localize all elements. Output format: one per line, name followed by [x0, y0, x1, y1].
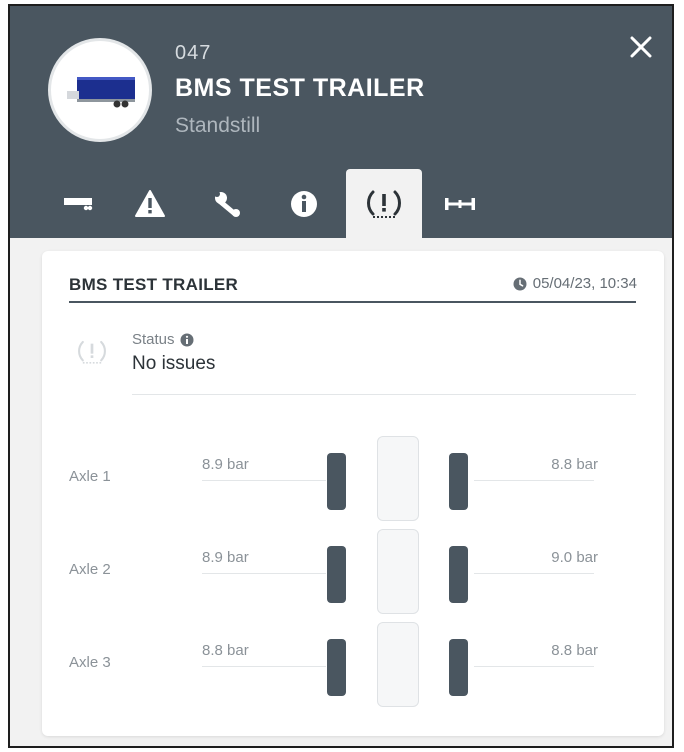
right-tyre — [449, 546, 468, 603]
panel-header: 047 BMS TEST TRAILER Standstill — [10, 6, 672, 238]
trailer-thumbnail-icon — [67, 77, 135, 108]
right-tyre — [449, 453, 468, 510]
left-tyre — [327, 453, 346, 510]
leader-line — [202, 666, 326, 667]
vehicle-avatar — [48, 38, 152, 142]
leader-line — [202, 480, 326, 481]
left-tyre — [327, 639, 346, 696]
leader-line — [474, 480, 594, 481]
axle-chassis — [377, 436, 419, 521]
vehicle-name: BMS TEST TRAILER — [175, 74, 425, 102]
axle-label: Axle 1 — [69, 468, 111, 485]
close-button[interactable] — [624, 30, 658, 64]
tyre-pressure-icon — [367, 190, 401, 218]
left-tyre-pressure: 8.8 bar — [202, 642, 249, 659]
right-tyre-pressure: 8.8 bar — [551, 456, 598, 473]
tab-tyre-pressure[interactable] — [346, 169, 422, 238]
vehicle-state: Standstill — [175, 114, 261, 137]
status-tyre-pressure-icon — [75, 337, 109, 372]
info-icon[interactable] — [180, 333, 194, 347]
tab-alerts[interactable] — [112, 169, 188, 238]
leader-line — [202, 573, 326, 574]
right-tyre — [449, 639, 468, 696]
axle-label: Axle 2 — [69, 561, 111, 578]
tab-info[interactable] — [266, 169, 342, 238]
card-title: BMS TEST TRAILER — [69, 275, 239, 294]
axle-label: Axle 3 — [69, 654, 111, 671]
status-label-text: Status — [132, 331, 175, 348]
right-tyre-pressure: 9.0 bar — [551, 549, 598, 566]
vehicle-id: 047 — [175, 42, 212, 64]
title-divider — [69, 301, 636, 303]
axle-icon — [445, 197, 475, 210]
status-divider — [132, 394, 636, 395]
axle-row: Axle 3 8.8 bar 8.8 bar — [42, 622, 664, 707]
status-value: No issues — [132, 353, 216, 374]
left-tyre-pressure: 8.9 bar — [202, 456, 249, 473]
axle-row: Axle 1 8.9 bar 8.8 bar — [42, 436, 664, 521]
clock-icon — [513, 277, 527, 290]
axle-chassis — [377, 622, 419, 707]
right-tyre-pressure: 8.8 bar — [551, 642, 598, 659]
info-icon — [291, 190, 317, 217]
leader-line — [474, 573, 594, 574]
axle-row: Axle 2 8.9 bar 9.0 bar — [42, 529, 664, 614]
leader-line — [474, 666, 594, 667]
timestamp-text: 05/04/23, 10:34 — [532, 275, 637, 292]
tyre-pressure-card: BMS TEST TRAILER 05/04/23, 10:34 Status — [42, 251, 664, 736]
tab-maintenance[interactable] — [190, 169, 266, 238]
close-icon — [630, 36, 652, 58]
trailer-icon — [64, 197, 93, 210]
warning-icon — [135, 189, 165, 217]
vehicle-panel: 047 BMS TEST TRAILER Standstill BMS TEST… — [8, 4, 674, 748]
left-tyre-pressure: 8.9 bar — [202, 549, 249, 566]
timestamp: 05/04/23, 10:34 — [513, 275, 637, 292]
left-tyre — [327, 546, 346, 603]
tab-trailer[interactable] — [40, 169, 116, 238]
tab-axles[interactable] — [422, 169, 498, 238]
status-label: Status — [132, 331, 194, 348]
wrench-icon — [214, 190, 240, 217]
axle-chassis — [377, 529, 419, 614]
